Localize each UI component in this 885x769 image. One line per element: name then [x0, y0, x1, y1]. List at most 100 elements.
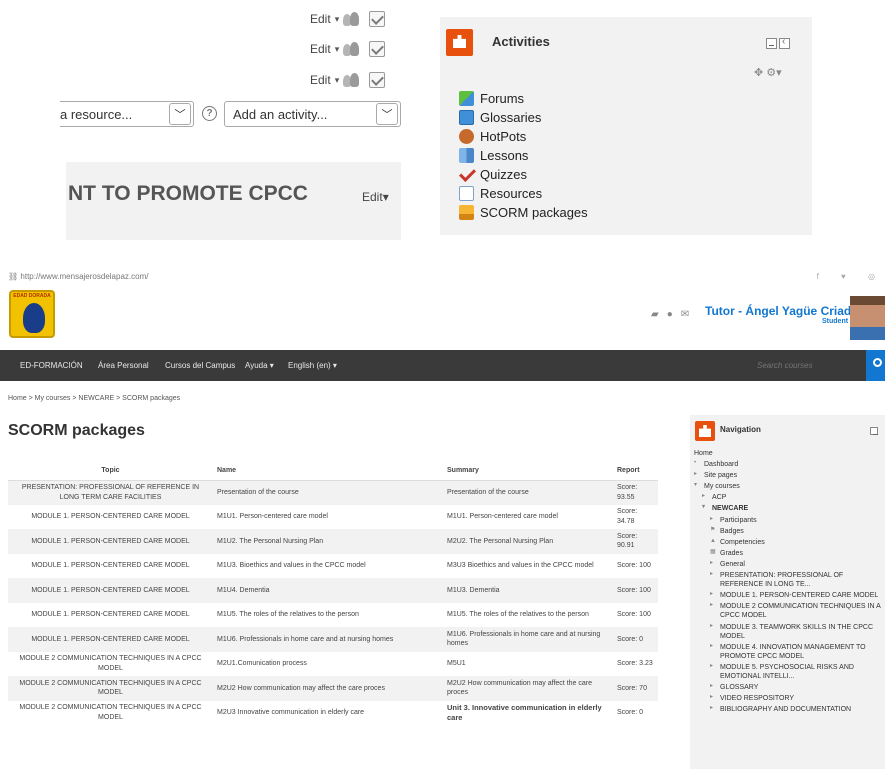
table-row: MODULE 1. PERSON-CENTERED CARE MODEL M1U4…: [8, 578, 658, 603]
social-icons[interactable]: f ♥ ◎: [817, 270, 885, 284]
activity-glossaries[interactable]: Glossaries: [459, 108, 588, 127]
col-topic: Topic: [8, 462, 213, 481]
nav-node[interactable]: • Dashboard: [694, 459, 884, 470]
scorm-name-link[interactable]: M1U4. Dementia: [213, 578, 443, 603]
caret-down-icon[interactable]: ▾: [335, 44, 340, 55]
group-mode-icon[interactable]: [343, 42, 361, 56]
completion-checkbox-icon[interactable]: [369, 41, 386, 57]
nav-node[interactable]: ▸ MODULE 4. INNOVATION MANAGEMENT TO PROM…: [710, 642, 884, 662]
edit-menu[interactable]: Edit: [310, 12, 331, 26]
nav-node[interactable]: ▦ Grades: [710, 548, 884, 559]
expand-arrow-icon: ▸: [694, 471, 698, 478]
scorm-name-link[interactable]: M1U2. The Personal Nursing Plan: [213, 529, 443, 554]
report-link[interactable]: Score: 100: [613, 578, 658, 603]
nav-node-home[interactable]: Home: [694, 448, 884, 459]
scorm-name-link[interactable]: M2U3 Innovative communication in elderly…: [213, 701, 443, 726]
report-link[interactable]: Score: 93.55: [613, 480, 658, 505]
nav-ayuda[interactable]: Ayuda ▾: [245, 350, 274, 381]
breadcrumb[interactable]: Home > My courses > NEWCARE > SCORM pack…: [8, 395, 180, 402]
collapse-icon[interactable]: [766, 38, 777, 49]
nav-node[interactable]: ⚑ Badges: [710, 526, 884, 537]
col-name: Name: [213, 462, 443, 481]
nav-node[interactable]: ▸ MODULE 2 COMMUNICATION TECHNIQUES IN A …: [710, 601, 884, 621]
nav-node[interactable]: ▸ Site pages: [694, 470, 884, 481]
completion-checkbox-icon[interactable]: [369, 11, 386, 27]
activity-hotpots[interactable]: HotPots: [459, 127, 588, 146]
search-button[interactable]: [866, 350, 885, 381]
site-logo[interactable]: EDAD DORADA: [9, 290, 55, 338]
mail-icon[interactable]: ✉: [681, 309, 689, 320]
nav-node[interactable]: ▸ ACP: [702, 492, 884, 503]
nav-node[interactable]: ▸ PRESENTATION: PROFESSIONAL OF REFERENCE…: [710, 570, 884, 590]
report-link[interactable]: Score: 70: [613, 676, 658, 701]
group-mode-icon[interactable]: [343, 73, 361, 87]
bell-icon[interactable]: ●: [667, 309, 673, 320]
nav-node[interactable]: ▾ My courses: [694, 481, 884, 492]
scorm-name-link[interactable]: M1U5. The roles of the relatives to the …: [213, 603, 443, 628]
help-icon[interactable]: ?: [202, 106, 217, 121]
scorm-name-link[interactable]: M1U3. Bioethics and values in the CPCC m…: [213, 554, 443, 579]
activity-forums[interactable]: Forums: [459, 89, 588, 108]
move-icon[interactable]: ✥: [754, 67, 763, 79]
scorm-name-link[interactable]: M2U1.Comunication process: [213, 652, 443, 677]
scorm-name-link[interactable]: M1U1. Person-centered care model: [213, 505, 443, 530]
summary-cell: M5U1: [447, 660, 466, 668]
scorm-name-link[interactable]: Presentation of the course: [213, 480, 443, 505]
report-link[interactable]: Score: 100: [613, 554, 658, 579]
collapse-icon[interactable]: [870, 427, 878, 435]
scorm-name-link[interactable]: M1U6. Professionals in home care and at …: [213, 627, 443, 652]
activity-quizzes[interactable]: Quizzes: [459, 165, 588, 184]
user-name[interactable]: Tutor - Ángel Yagüe Criado▾: [705, 304, 865, 318]
nav-cursos-campus[interactable]: Cursos del Campus: [165, 350, 235, 381]
activity-resources[interactable]: Resources: [459, 184, 588, 203]
nav-node[interactable]: ▸ Participants: [710, 515, 884, 526]
report-link[interactable]: Score: 0: [613, 627, 658, 652]
caret-down-icon[interactable]: ▾: [335, 75, 340, 86]
activity-scorm[interactable]: SCORM packages: [459, 203, 588, 222]
nav-area-personal[interactable]: Área Personal: [98, 350, 149, 381]
block-window-controls: [870, 427, 878, 435]
topic-cell: PRESENTATION: PROFESSIONAL OF REFERENCE …: [8, 480, 213, 505]
report-link[interactable]: Score: 34.78: [613, 505, 658, 530]
nav-node[interactable]: ▸ MODULE 5. PSYCHOSOCIAL RISKS AND EMOTIO…: [710, 662, 884, 682]
activity-lessons[interactable]: Lessons: [459, 146, 588, 165]
site-url[interactable]: http://www.mensajerosdelapaz.com/: [20, 272, 148, 281]
scorm-name-link[interactable]: M2U2 How communication may affect the ca…: [213, 676, 443, 701]
report-link[interactable]: Score: 3.23: [613, 652, 658, 677]
chat-icon[interactable]: ▰: [651, 309, 659, 320]
section-edit-menu[interactable]: Edit▾: [362, 190, 389, 204]
nav-node-current-course[interactable]: ▾ NEWCARE: [702, 503, 884, 514]
gear-icon[interactable]: ⚙▾: [766, 67, 781, 79]
edit-menu[interactable]: Edit: [310, 73, 331, 87]
summary-cell: M1U5. The roles of the relatives to the …: [447, 611, 589, 619]
nav-node[interactable]: ▸ GLOSSARY: [710, 682, 884, 693]
edit-menu[interactable]: Edit: [310, 42, 331, 56]
group-mode-icon[interactable]: [343, 12, 361, 26]
report-link[interactable]: Score: 100: [613, 603, 658, 628]
dock-icon[interactable]: [779, 36, 790, 49]
expand-arrow-icon: ▸: [710, 622, 714, 629]
topic-cell: MODULE 2 COMMUNICATION TECHNIQUES IN A C…: [19, 655, 202, 672]
nav-node[interactable]: ▲ Competencies: [710, 537, 884, 548]
nav-node[interactable]: ▸ MODULE 3. TEAMWORK SKILLS IN THE CPCC M…: [710, 622, 884, 642]
report-link[interactable]: Score: 0: [613, 701, 658, 726]
caret-down-icon[interactable]: ▾: [335, 14, 340, 25]
nav-node[interactable]: ▸ MODULE 1. PERSON-CENTERED CARE MODEL: [710, 590, 884, 601]
add-resource-select[interactable]: a resource... ﹀: [60, 101, 194, 127]
report-link[interactable]: Score: 90.91: [613, 529, 658, 554]
avatar[interactable]: [850, 296, 885, 340]
resource-icon: [459, 186, 474, 201]
nav-language[interactable]: English (en) ▾: [288, 350, 337, 381]
top-navbar: ED-FORMACIÓN Área Personal Cursos del Ca…: [0, 350, 885, 381]
topic-cell: MODULE 2 COMMUNICATION TECHNIQUES IN A C…: [19, 704, 202, 721]
nav-node[interactable]: ▸ BIBLIOGRAPHY AND DOCUMENTATION: [710, 704, 884, 715]
completion-checkbox-icon[interactable]: [369, 72, 386, 88]
nav-node[interactable]: ▸ General: [710, 559, 884, 570]
nav-node[interactable]: ▸ VIDEO RESPOSITORY: [710, 693, 884, 704]
add-activity-select[interactable]: Add an activity... ﹀: [224, 101, 401, 127]
nav-ed-formacion[interactable]: ED-FORMACIÓN: [20, 350, 83, 381]
summary-cell: M1U3. Dementia: [443, 578, 613, 603]
table-row: MODULE 2 COMMUNICATION TECHNIQUES IN A C…: [8, 701, 658, 726]
summary-cell: M1U6. Professionals in home care and at …: [443, 627, 613, 652]
search-courses-input[interactable]: [757, 361, 868, 370]
